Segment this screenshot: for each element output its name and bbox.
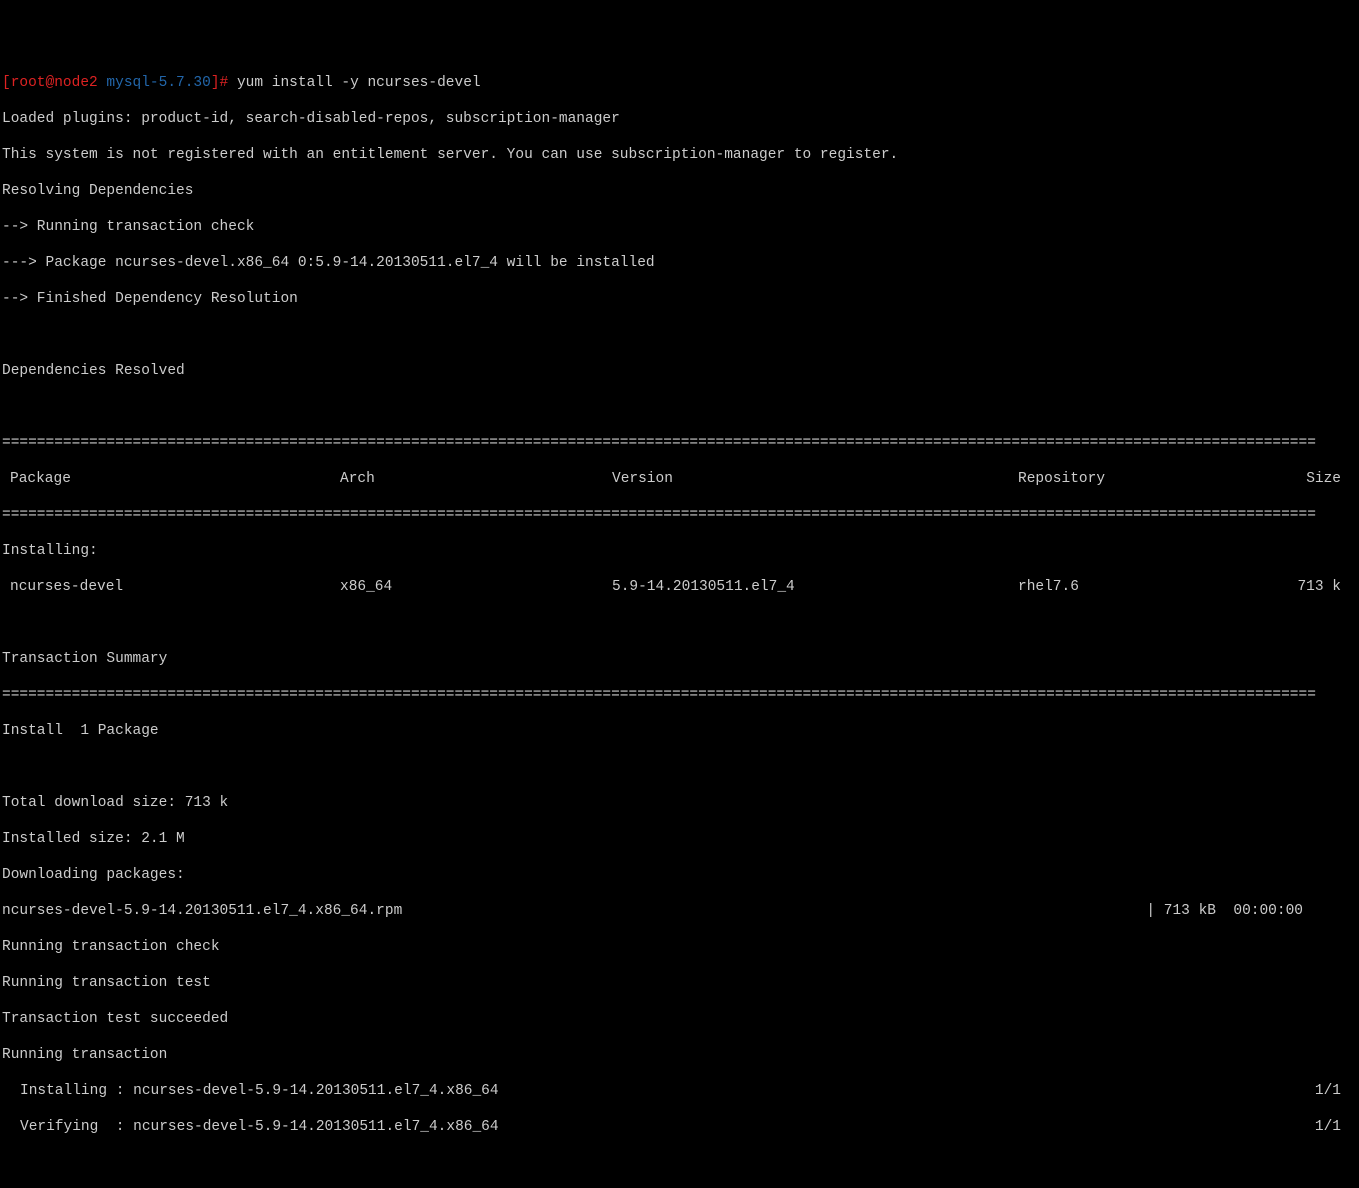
- trans-line: Running transaction: [2, 1046, 1357, 1064]
- spacer: [499, 1118, 1315, 1136]
- action-row: Installing : ncurses-devel-5.9-14.201305…: [2, 1082, 1357, 1100]
- cell-repository: rhel7.6: [1018, 578, 1198, 596]
- col-version: Version: [612, 470, 1018, 488]
- prompt-line[interactable]: [root@node2 mysql-5.7.30]# yum install -…: [2, 74, 1357, 92]
- summary-instsize: Installed size: 2.1 M: [2, 830, 1357, 848]
- table-row: ncurses-devel x86_64 5.9-14.20130511.el7…: [2, 578, 1357, 596]
- prompt-close: ]#: [211, 75, 228, 91]
- output-line: --> Finished Dependency Resolution: [2, 290, 1357, 308]
- output-line: Dependencies Resolved: [2, 362, 1357, 380]
- trans-line: Transaction test succeeded: [2, 1010, 1357, 1028]
- output-line: This system is not registered with an en…: [2, 146, 1357, 164]
- blank-line: [2, 758, 1357, 776]
- prompt-user: [root@node2: [2, 75, 98, 91]
- command-text: yum install -y ncurses-devel: [228, 75, 480, 91]
- action-installing: Installing : ncurses-devel-5.9-14.201305…: [2, 1082, 499, 1100]
- download-stats: | 713 kB 00:00:00: [1146, 902, 1357, 920]
- col-package: Package: [2, 470, 340, 488]
- cell-arch: x86_64: [340, 578, 612, 596]
- blank-line: [2, 326, 1357, 344]
- rule-line: ========================================…: [2, 434, 1357, 452]
- action-row: Verifying : ncurses-devel-5.9-14.2013051…: [2, 1118, 1357, 1136]
- cell-version: 5.9-14.20130511.el7_4: [612, 578, 1018, 596]
- rule-line: ========================================…: [2, 506, 1357, 524]
- spacer: [499, 1082, 1315, 1100]
- col-arch: Arch: [340, 470, 612, 488]
- output-line: ---> Package ncurses-devel.x86_64 0:5.9-…: [2, 254, 1357, 272]
- blank-line: [2, 1154, 1357, 1172]
- download-name: ncurses-devel-5.9-14.20130511.el7_4.x86_…: [2, 902, 402, 920]
- cell-package: ncurses-devel: [2, 578, 340, 596]
- section-header: Installing:: [2, 542, 1357, 560]
- output-line: Resolving Dependencies: [2, 182, 1357, 200]
- blank-line: [2, 614, 1357, 632]
- summary-dlpkgs: Downloading packages:: [2, 866, 1357, 884]
- output-line: --> Running transaction check: [2, 218, 1357, 236]
- trans-line: Running transaction check: [2, 938, 1357, 956]
- section-header: Transaction Summary: [2, 650, 1357, 668]
- download-row: ncurses-devel-5.9-14.20130511.el7_4.x86_…: [2, 902, 1357, 920]
- summary-dlsize: Total download size: 713 k: [2, 794, 1357, 812]
- prompt-path: mysql-5.7.30: [98, 75, 211, 91]
- cell-size: 713 k: [1198, 578, 1357, 596]
- summary-install: Install 1 Package: [2, 722, 1357, 740]
- output-line: Loaded plugins: product-id, search-disab…: [2, 110, 1357, 128]
- trans-line: Running transaction test: [2, 974, 1357, 992]
- action-count: 1/1: [1315, 1082, 1357, 1100]
- col-size: Size: [1198, 470, 1357, 488]
- table-header: Package Arch Version Repository Size: [2, 470, 1357, 488]
- action-verifying: Verifying : ncurses-devel-5.9-14.2013051…: [2, 1118, 499, 1136]
- col-repository: Repository: [1018, 470, 1198, 488]
- blank-line: [2, 398, 1357, 416]
- action-count: 1/1: [1315, 1118, 1357, 1136]
- rule-line: ========================================…: [2, 686, 1357, 704]
- spacer: [402, 902, 1146, 920]
